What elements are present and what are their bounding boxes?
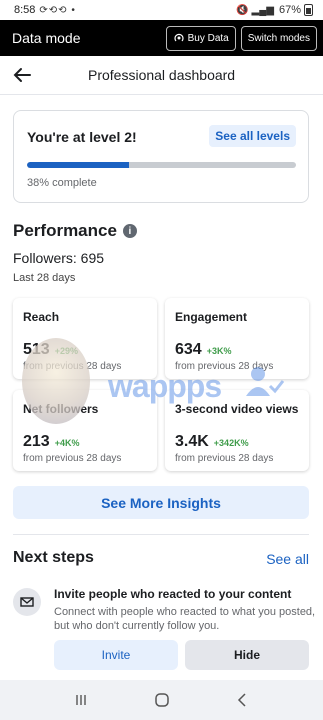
back-button[interactable]	[0, 56, 44, 94]
envelope-icon	[13, 588, 41, 616]
metric-card-video-views[interactable]: 3-second video views 3.4K +342K% from pre…	[165, 390, 309, 471]
divider	[0, 94, 323, 95]
level-progress-fill	[27, 162, 130, 168]
metric-note: from previous 28 days	[23, 361, 122, 372]
level-title: You're at level 2!	[27, 129, 137, 145]
android-nav-bar	[0, 680, 323, 720]
battery-percent: 67%	[278, 4, 301, 16]
buy-data-button[interactable]: Buy Data	[165, 25, 236, 51]
metric-change: +3K%	[206, 346, 232, 356]
data-mode-title: Data mode	[12, 30, 81, 46]
metric-value: 513	[23, 341, 50, 358]
metric-name: Net followers	[23, 402, 99, 416]
buy-data-label: Buy Data	[187, 32, 229, 44]
page-header: Professional dashboard	[0, 56, 323, 94]
level-progress-text: 38% complete	[27, 177, 97, 189]
switch-modes-label: Switch modes	[247, 32, 310, 44]
metric-name: Reach	[23, 310, 60, 324]
metric-value: 213	[23, 433, 50, 450]
recent-apps-button[interactable]	[61, 685, 101, 715]
metric-card-net-followers[interactable]: Net followers 213 +4K% from previous 28 d…	[13, 390, 157, 471]
switch-modes-button[interactable]: Switch modes	[240, 25, 317, 51]
metric-change: +4K%	[54, 438, 80, 448]
performance-heading: Performance i	[13, 221, 137, 241]
metric-change: +29%	[54, 346, 78, 356]
status-bar: 8:58 ⟳⟲⟲ • 🔇 ▂▄▆ 67%	[0, 0, 323, 20]
divider	[13, 534, 309, 535]
metric-card-reach[interactable]: Reach 513 +29% from previous 28 days	[13, 298, 157, 379]
broadcast-icon	[174, 33, 184, 42]
next-steps-title: Next steps	[13, 549, 94, 566]
mute-icon: 🔇	[236, 4, 249, 16]
signal-icon: ▂▄▆	[251, 4, 274, 16]
task-title: Invite people who reacted to your conten…	[54, 587, 292, 601]
task-description: Connect with people who reacted to what …	[54, 606, 316, 632]
notification-icons: ⟳⟲⟲ •	[39, 4, 76, 16]
hide-button[interactable]: Hide	[185, 640, 309, 670]
metric-card-engagement[interactable]: Engagement 634 +3K% from previous 28 days	[165, 298, 309, 379]
metric-note: from previous 28 days	[175, 361, 274, 372]
metric-name: 3-second video views	[175, 402, 299, 416]
home-button[interactable]	[142, 685, 182, 715]
level-progress-bar	[27, 162, 296, 168]
battery-icon	[304, 4, 313, 16]
back-arrow-icon	[13, 68, 31, 82]
see-all-levels-button[interactable]: See all levels	[209, 125, 296, 147]
back-nav-button[interactable]	[223, 685, 263, 715]
home-icon	[154, 693, 169, 707]
page-title: Professional dashboard	[88, 67, 236, 83]
metric-value: 634	[175, 341, 202, 358]
next-steps-see-all-link[interactable]: See all	[266, 551, 309, 567]
metric-note: from previous 28 days	[175, 453, 274, 464]
data-mode-bar: Data mode Buy Data Switch modes	[0, 20, 323, 56]
status-time: 8:58	[14, 4, 36, 16]
period-label: Last 28 days	[13, 272, 76, 284]
performance-title: Performance	[13, 221, 117, 240]
recent-apps-icon	[75, 695, 86, 705]
invite-button[interactable]: Invite	[54, 640, 178, 670]
chevron-left-icon	[237, 693, 246, 707]
metric-change: +342K%	[213, 438, 249, 448]
see-more-insights-button[interactable]: See More Insights	[13, 486, 309, 519]
level-card: You're at level 2! See all levels 38% co…	[13, 110, 309, 203]
metric-name: Engagement	[175, 310, 248, 324]
info-icon[interactable]: i	[122, 224, 137, 238]
metric-value: 3.4K	[175, 433, 209, 450]
followers-count: Followers: 695	[13, 250, 105, 266]
metric-note: from previous 28 days	[23, 453, 122, 464]
dashboard-content[interactable]: You're at level 2! See all levels 38% co…	[0, 94, 323, 680]
status-right: 🔇 ▂▄▆ 67%	[236, 4, 313, 16]
